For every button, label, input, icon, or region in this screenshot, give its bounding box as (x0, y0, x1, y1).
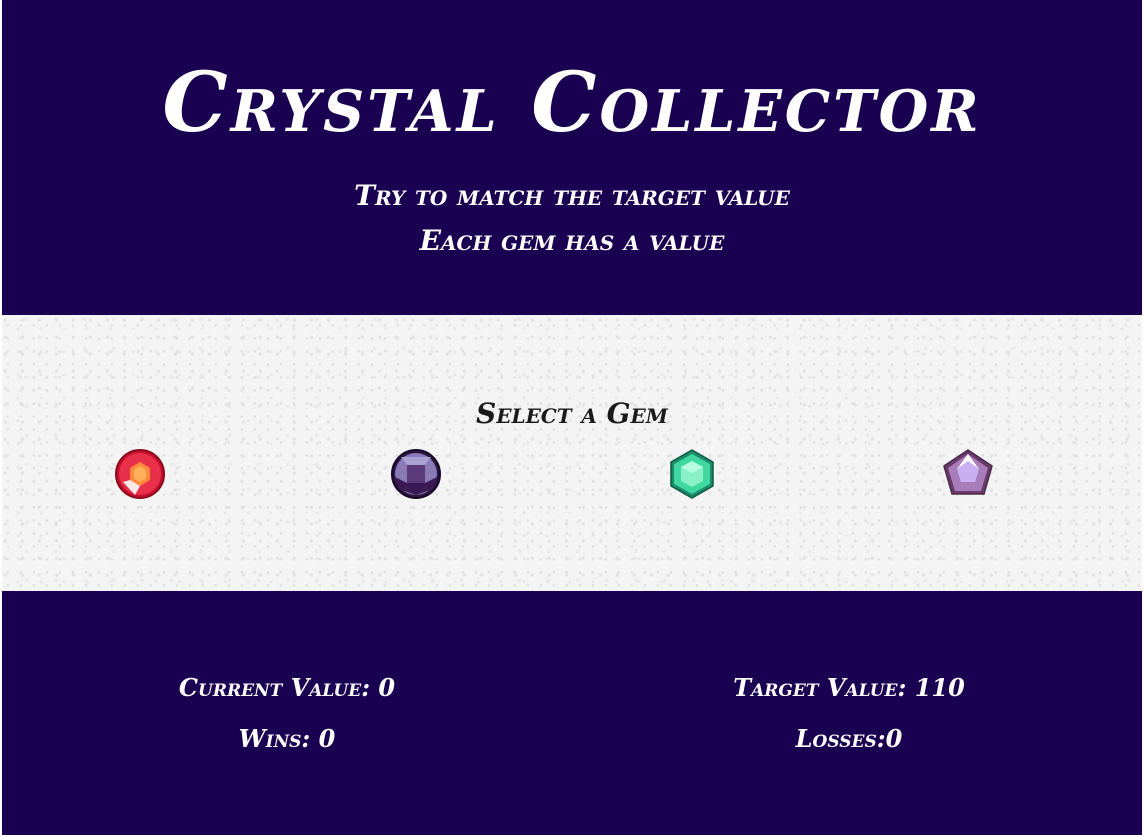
gem-selection-area: Select a Gem (2, 315, 1142, 591)
header-banner: Crystal Collector Try to match the targe… (2, 0, 1142, 315)
instructions-line-2: Each gem has a value (419, 224, 725, 257)
wins-counter: Wins: 0 (238, 724, 336, 753)
current-value-display: Current Value: 0 (178, 673, 396, 702)
pearl-gem-button[interactable] (941, 447, 995, 501)
emerald-gem-button[interactable] (665, 447, 719, 501)
instructions-line-1: Try to match the target value (354, 179, 790, 212)
pearl-gem-icon (943, 449, 993, 495)
ruby-gem-button[interactable] (113, 447, 167, 501)
amethyst-gem-icon (391, 449, 441, 499)
target-value-display: Target Value: 110 (733, 673, 965, 702)
amethyst-gem-button[interactable] (389, 447, 443, 501)
select-gem-label: Select a Gem (476, 397, 668, 430)
emerald-gem-icon (670, 449, 714, 499)
ruby-gem-icon (115, 449, 165, 499)
scoreboard: Current Value: 0 Wins: 0 Target Value: 1… (2, 591, 1142, 835)
losses-counter: Losses:0 (795, 724, 903, 753)
page-title: Crystal Collector (162, 55, 982, 151)
